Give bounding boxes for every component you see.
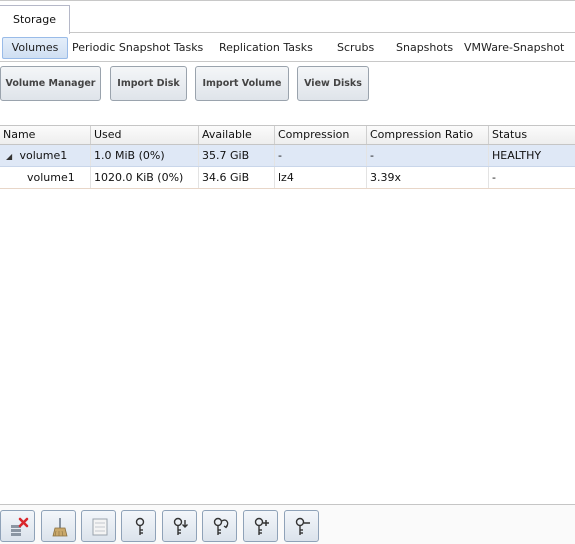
add-recovery-key-icon xyxy=(254,517,269,535)
tab-replication-tasks[interactable]: Replication Tasks xyxy=(219,37,313,59)
detach-volume-button[interactable] xyxy=(0,510,35,542)
cell-used: 1.0 MiB (0%) xyxy=(91,145,199,166)
import-disk-button[interactable]: Import Disk xyxy=(110,66,187,101)
tab-scrubs[interactable]: Scrubs xyxy=(337,37,374,59)
cell-used: 1020.0 KiB (0%) xyxy=(91,167,199,188)
cell-compression: - xyxy=(275,145,367,166)
tab-vmware-snapshot[interactable]: VMWare-Snapshot xyxy=(464,37,564,59)
column-header-status[interactable]: Status xyxy=(489,126,575,144)
cell-compression: lz4 xyxy=(275,167,367,188)
cell-status: HEALTHY xyxy=(492,149,542,162)
download-key-icon xyxy=(173,517,188,535)
tab-volumes[interactable]: Volumes xyxy=(2,37,68,59)
cell-compression-ratio: 3.39x xyxy=(367,167,489,188)
table-row[interactable]: volume1 1020.0 KiB (0%) 34.6 GiB lz4 3.3… xyxy=(0,167,575,189)
collapse-arrow-icon[interactable]: ◢ xyxy=(6,146,16,166)
view-disks-button[interactable]: View Disks xyxy=(297,66,369,101)
scrub-volume-button[interactable] xyxy=(41,510,76,542)
tab-storage[interactable]: Storage xyxy=(0,5,70,34)
volume-action-bar: Volume Manager Import Disk Import Volume… xyxy=(0,63,575,107)
cell-available: 35.7 GiB xyxy=(199,145,275,166)
remove-recovery-key-icon xyxy=(295,517,310,535)
cell-name: volume1 xyxy=(0,167,91,188)
column-header-used[interactable]: Used xyxy=(91,126,199,144)
volume-icon-toolbar xyxy=(0,504,575,544)
download-key-button[interactable] xyxy=(162,510,197,542)
column-header-compression-ratio[interactable]: Compression Ratio xyxy=(367,126,489,144)
cell-available: 34.6 GiB xyxy=(199,167,275,188)
top-tab-bar: Storage xyxy=(0,0,575,34)
volume-status-icon xyxy=(92,518,108,536)
import-volume-button[interactable]: Import Volume xyxy=(195,66,289,101)
volume-status-button[interactable] xyxy=(81,510,116,542)
cell-compression-ratio: - xyxy=(367,145,489,166)
change-passphrase-button[interactable] xyxy=(202,510,237,542)
table-header: Name Used Available Compression Compress… xyxy=(0,125,575,145)
add-recovery-key-button[interactable] xyxy=(243,510,278,542)
lock-button[interactable] xyxy=(121,510,156,542)
scrub-volume-icon xyxy=(52,518,68,537)
column-header-name[interactable]: Name xyxy=(0,126,91,144)
tab-periodic-snapshot-tasks[interactable]: Periodic Snapshot Tasks xyxy=(72,37,203,59)
change-passphrase-icon xyxy=(213,517,229,535)
detach-volume-icon xyxy=(11,517,29,536)
volume-manager-button[interactable]: Volume Manager xyxy=(0,66,101,101)
tab-snapshots[interactable]: Snapshots xyxy=(396,37,453,59)
lock-key-icon xyxy=(135,517,145,535)
column-header-available[interactable]: Available xyxy=(199,126,275,144)
volumes-table: Name Used Available Compression Compress… xyxy=(0,125,575,189)
storage-sub-tabs: Volumes Periodic Snapshot Tasks Replicat… xyxy=(0,34,575,62)
table-row[interactable]: ◢ volume1 1.0 MiB (0%) 35.7 GiB - - HEAL… xyxy=(0,145,575,167)
cell-name: ◢ volume1 xyxy=(0,145,91,166)
cell-status: - xyxy=(492,171,496,184)
volume-name: volume1 xyxy=(19,149,68,162)
column-header-compression[interactable]: Compression xyxy=(275,126,367,144)
remove-recovery-key-button[interactable] xyxy=(284,510,319,542)
